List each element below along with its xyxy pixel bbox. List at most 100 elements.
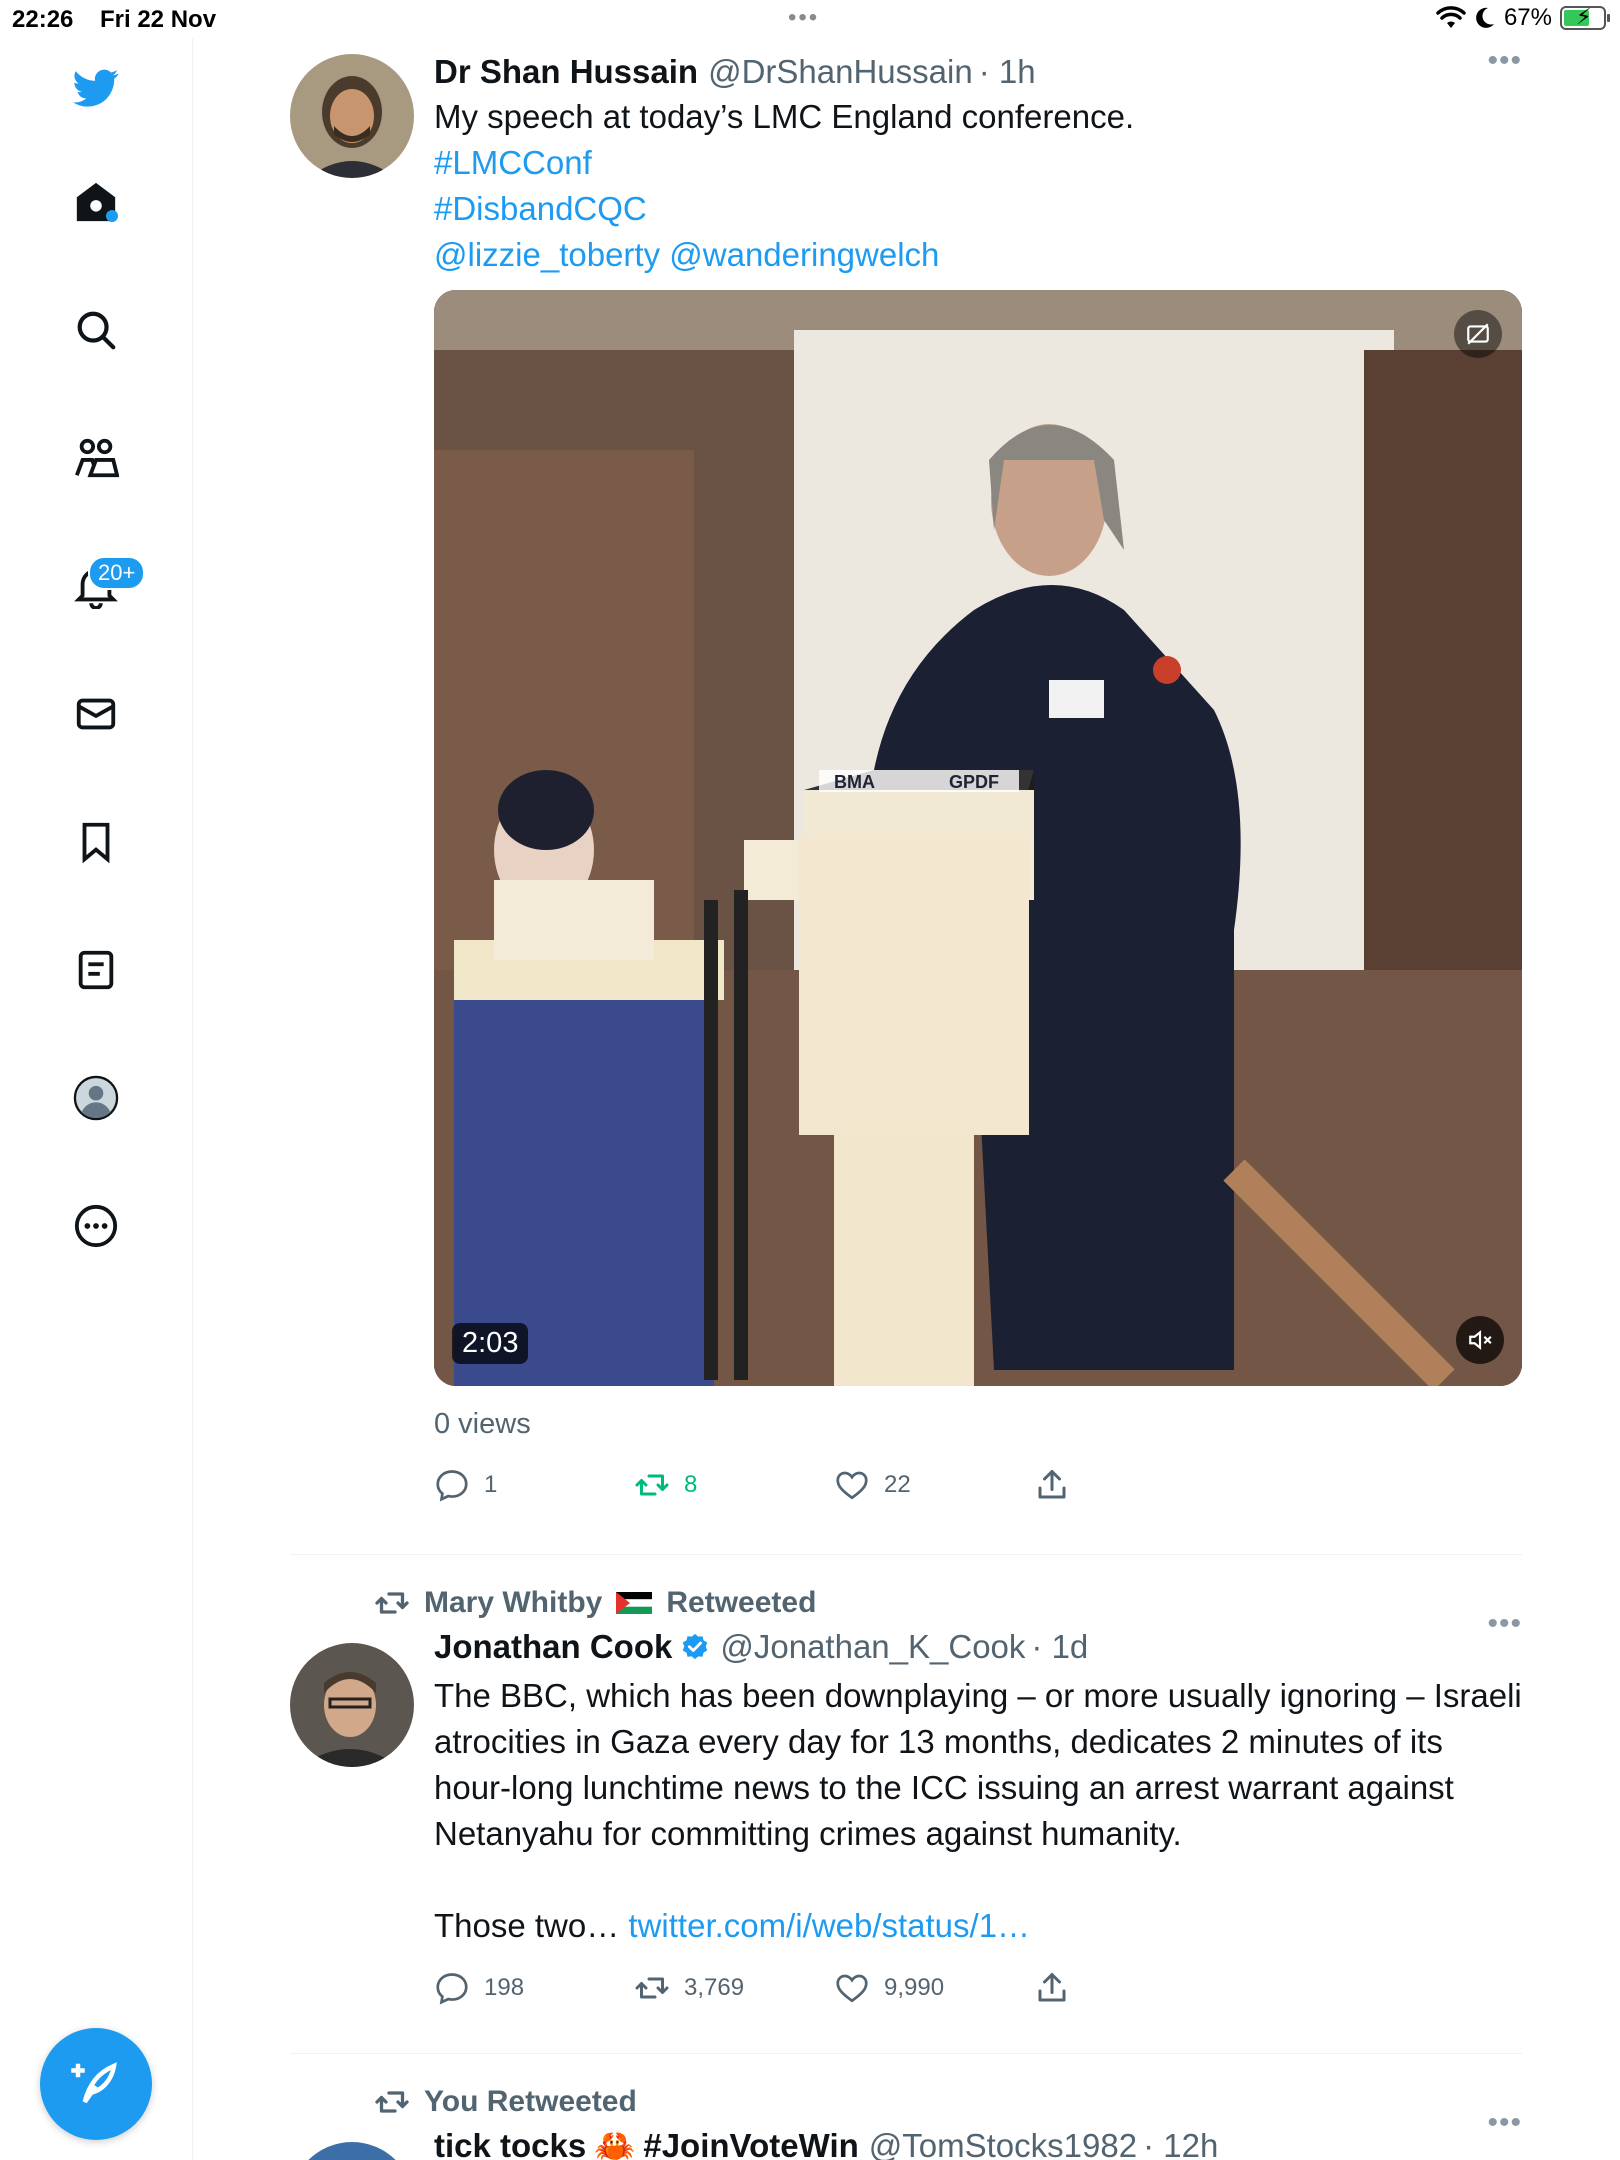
share-icon <box>1038 1973 1066 2002</box>
reply-count: 198 <box>484 1974 525 2001</box>
more-circle-icon <box>74 1204 118 1248</box>
verified-badge-icon <box>683 1633 708 1660</box>
captions-button[interactable] <box>1454 310 1502 358</box>
author-handle[interactable]: @DrShanHussain <box>708 53 973 91</box>
retweet-count: 3,769 <box>684 1974 745 2001</box>
retweet-context: You Retweeted <box>374 2080 1522 2124</box>
tweet-time[interactable]: · 12h <box>1143 2127 1218 2160</box>
profile-icon <box>73 1075 119 1121</box>
sidebar-item-home[interactable] <box>60 166 132 238</box>
compose-tweet-button[interactable] <box>40 2028 152 2140</box>
avatar[interactable] <box>290 54 414 178</box>
sidebar-item-messages[interactable] <box>60 678 132 750</box>
palestine-flag-icon <box>616 1592 653 1614</box>
wifi-icon <box>1436 6 1466 28</box>
crab-icon: 🦀 <box>594 2126 636 2160</box>
status-bar: 22:26 Fri 22 Nov ••• 67% ⚡ <box>0 0 1620 38</box>
retweet-count: 8 <box>684 1471 698 1498</box>
search-icon <box>77 311 116 350</box>
view-count: 0 views <box>434 1408 531 1440</box>
retweeted-label: Retweeted <box>666 1586 817 1619</box>
reply-button[interactable]: 198 <box>434 1970 634 2006</box>
sidebar-nav: 20+ <box>0 38 193 2160</box>
sidebar-item-communities[interactable] <box>60 422 132 494</box>
tweet[interactable]: Mary Whitby Retweeted Jonathan Cook @Jon… <box>290 1555 1522 2054</box>
twitter-logo-button[interactable] <box>60 52 132 124</box>
tweet[interactable]: You Retweeted tick tocks 🦀 #JoinVoteWin … <box>290 2054 1522 2160</box>
author-handle[interactable]: @TomStocks1982 <box>869 2127 1137 2160</box>
share-icon <box>1038 1470 1066 1499</box>
mention-links[interactable]: @lizzie_toberty @wanderingwelch <box>434 232 1522 278</box>
like-count: 22 <box>884 1471 911 1498</box>
share-button[interactable] <box>1034 1970 1234 2006</box>
tweet-text-line: My speech at today’s LMC England confere… <box>434 98 1135 135</box>
tweet-text-more: Those two… <box>434 1907 620 1944</box>
author-name[interactable]: tick tocks <box>434 2127 586 2160</box>
status-time: 22:26 <box>12 6 74 33</box>
like-count: 9,990 <box>884 1974 945 2001</box>
battery-charging-icon: ⚡ <box>1560 4 1610 30</box>
speaker-muted-icon <box>1469 1330 1492 1350</box>
tweet-time[interactable]: · 1d <box>1031 1628 1088 1666</box>
status-date: Fri 22 Nov <box>100 6 217 33</box>
sidebar-item-profile[interactable] <box>60 1062 132 1134</box>
reply-icon <box>436 1973 468 2005</box>
video-duration: 2:03 <box>452 1323 529 1364</box>
author-name-hashtag[interactable]: #JoinVoteWin <box>643 2127 858 2160</box>
more-options-button[interactable]: ••• <box>1487 44 1522 78</box>
tweet-text: My speech at today’s LMC England confere… <box>434 94 1522 278</box>
timeline: Dr Shan Hussain @DrShanHussain · 1h ••• … <box>290 38 1522 2160</box>
notifications-badge: 20+ <box>88 556 146 590</box>
video-frame: BMA GPDF <box>434 290 1522 1386</box>
author-handle[interactable]: @Jonathan_K_Cook <box>720 1628 1025 1666</box>
tweet-header: Jonathan Cook @Jonathan_K_Cook · 1d <box>434 1625 1522 1669</box>
tweet-actions: 1 8 22 <box>434 1460 1522 1510</box>
retweet-icon <box>635 1977 669 1999</box>
podium-logo-right: GPDF <box>949 772 999 792</box>
like-button[interactable]: 9,990 <box>834 1970 1034 2006</box>
compose-feather-icon <box>71 2062 117 2104</box>
tweet-header: Dr Shan Hussain @DrShanHussain · 1h <box>434 50 1522 94</box>
communities-icon <box>75 438 119 478</box>
hashtag-link[interactable]: #DisbandCQC <box>434 186 1522 232</box>
twitter-bird-icon <box>73 69 119 107</box>
home-notification-dot <box>106 210 118 222</box>
moon-icon <box>1476 7 1494 28</box>
more-options-button[interactable]: ••• <box>1487 2106 1522 2140</box>
multitask-dots[interactable]: ••• <box>788 4 819 32</box>
sidebar-item-search[interactable] <box>60 294 132 366</box>
avatar[interactable] <box>290 2142 414 2160</box>
battery-percent: 67% <box>1503 4 1552 31</box>
more-options-button[interactable]: ••• <box>1487 1607 1522 1641</box>
podium-logo-left: BMA <box>834 772 875 792</box>
bookmarks-icon <box>82 822 110 864</box>
share-button[interactable] <box>1034 1467 1234 1503</box>
mute-toggle-button[interactable] <box>1456 1316 1504 1364</box>
sidebar-item-more[interactable] <box>60 1190 132 1262</box>
tweet[interactable]: Dr Shan Hussain @DrShanHussain · 1h ••• … <box>290 38 1522 1555</box>
retweet-button[interactable]: 8 <box>634 1467 834 1503</box>
sidebar-item-lists[interactable] <box>60 934 132 1006</box>
lists-icon <box>78 950 114 990</box>
author-name[interactable]: Dr Shan Hussain <box>434 53 698 91</box>
reply-button[interactable]: 1 <box>434 1467 634 1503</box>
sidebar-item-bookmarks[interactable] <box>60 806 132 878</box>
retweet-button[interactable]: 3,769 <box>634 1970 834 2006</box>
tweet-time[interactable]: · 1h <box>979 53 1036 91</box>
truncated-link[interactable]: twitter.com/i/web/status/1… <box>628 1907 1030 1944</box>
tweet-text-body: The BBC, which has been downplaying – or… <box>434 1677 1522 1852</box>
reply-count: 1 <box>484 1471 498 1498</box>
avatar[interactable] <box>290 1643 414 1767</box>
tweet-actions: 198 3,769 9,990 <box>434 1963 1522 2013</box>
video-player[interactable]: BMA GPDF 2:03 <box>434 290 1522 1386</box>
captions-off-icon <box>1467 323 1489 345</box>
hashtag-link[interactable]: #LMCConf <box>434 140 1522 186</box>
retweeter-name[interactable]: Mary Whitby <box>424 1586 602 1620</box>
retweet-context: Mary Whitby Retweeted <box>374 1581 1522 1625</box>
author-name[interactable]: Jonathan Cook <box>434 1628 672 1666</box>
heart-icon <box>836 1974 868 2003</box>
tweet-text: The BBC, which has been downplaying – or… <box>434 1673 1522 1949</box>
retweet-icon <box>375 1592 409 1614</box>
like-button[interactable]: 22 <box>834 1467 1034 1503</box>
reply-icon <box>436 1470 468 1502</box>
